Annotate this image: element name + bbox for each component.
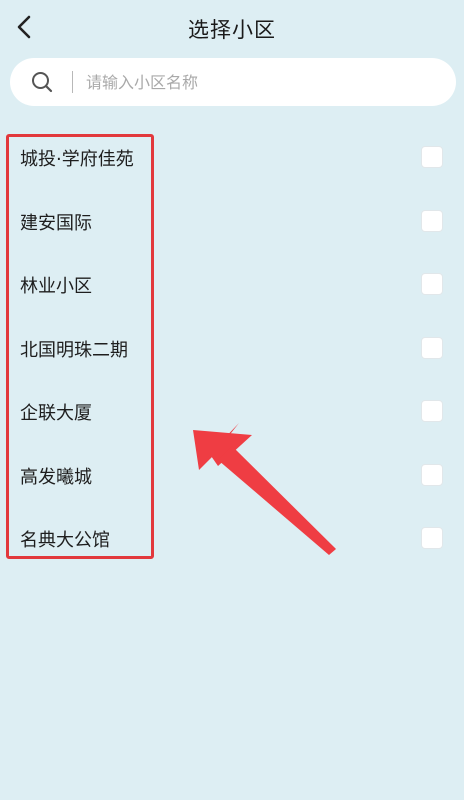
community-label: 名典大公馆 [20, 530, 110, 551]
search-bar[interactable] [10, 58, 456, 106]
community-label: 企联大厦 [20, 403, 92, 424]
community-checkbox[interactable] [421, 273, 443, 295]
header: 选择小区 [0, 0, 464, 56]
community-label: 林业小区 [20, 276, 92, 297]
community-checkbox[interactable] [421, 336, 443, 359]
list-item[interactable]: 企联大厦 [0, 380, 464, 444]
list-item[interactable]: 城投·学府佳苑 [0, 126, 464, 190]
community-checkbox[interactable] [421, 527, 443, 549]
search-icon [32, 72, 53, 93]
community-label: 建安国际 [20, 212, 92, 234]
list-item[interactable]: 名典大公馆 [0, 507, 464, 571]
community-checkbox[interactable] [421, 400, 443, 422]
community-checkbox[interactable] [421, 463, 443, 486]
community-list: 城投·学府佳苑 建安国际 林业小区 北国明珠二期 企联大厦 高发曦城 名典大公馆 [0, 126, 464, 571]
search-input[interactable] [86, 58, 436, 106]
community-label: 高发曦城 [20, 466, 92, 488]
search-divider [72, 71, 73, 93]
list-item[interactable]: 林业小区 [0, 253, 464, 317]
community-checkbox[interactable] [421, 209, 443, 232]
page-title: 选择小区 [188, 18, 276, 42]
community-label: 北国明珠二期 [20, 339, 128, 361]
list-item[interactable]: 高发曦城 [0, 444, 464, 508]
list-item[interactable]: 北国明珠二期 [0, 317, 464, 381]
community-label: 城投·学府佳苑 [20, 149, 134, 170]
list-item[interactable]: 建安国际 [0, 190, 464, 254]
community-checkbox[interactable] [421, 146, 443, 168]
